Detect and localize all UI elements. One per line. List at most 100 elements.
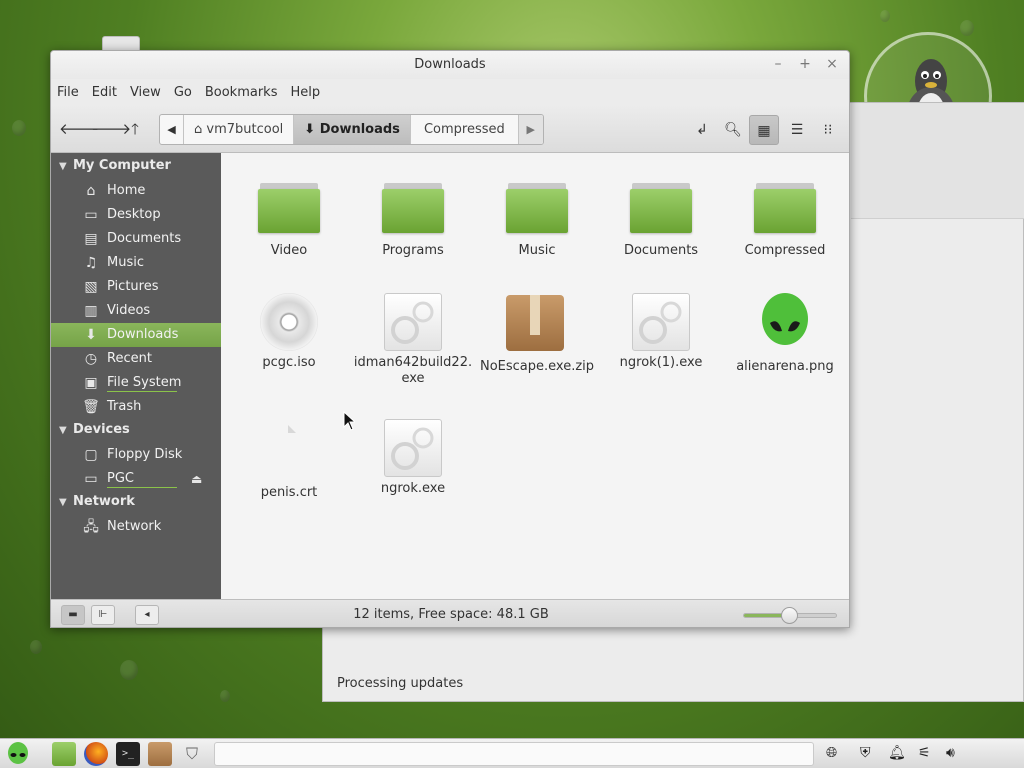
sidebar-section-devices[interactable]: ▼ Devices — [51, 419, 221, 443]
forward-arrow-icon[interactable]: 🡒 — [91, 117, 131, 141]
terminal-launcher-icon[interactable]: >_ — [116, 742, 140, 766]
network-tray-icon[interactable]: 🌐︎ — [826, 745, 837, 761]
sidebar-item-videos[interactable]: ▥ Videos — [51, 299, 221, 323]
sidebar-section-network[interactable]: ▼ Network — [51, 491, 221, 515]
background-window-header — [851, 103, 1024, 219]
menu-alien-icon[interactable] — [6, 742, 30, 766]
package-launcher-icon[interactable] — [148, 742, 172, 766]
compact-view-icon[interactable]: ⁝⁝ — [813, 115, 843, 145]
zoom-slider-handle[interactable] — [781, 607, 798, 624]
file-item[interactable]: ngrok.exe — [351, 419, 475, 497]
sidebar-item-label: Trash — [107, 399, 142, 414]
file-view[interactable]: Video Programs Music Documents Compresse… — [221, 153, 849, 599]
menu-bookmarks[interactable]: Bookmarks — [205, 85, 278, 100]
zoom-slider[interactable] — [743, 607, 837, 624]
pathbar-left-arrow-icon[interactable]: ◀ — [160, 115, 184, 144]
file-name: Compressed — [744, 243, 826, 258]
pathbar: ◀ ⌂ vm7butcool ⬇ Downloads Compressed ▶ — [159, 114, 544, 145]
pathbar-downloads[interactable]: ⬇ Downloads — [294, 115, 411, 144]
minimize-button[interactable]: – — [769, 55, 787, 73]
file-item[interactable]: Compressed — [723, 177, 847, 259]
status-text: 12 items, Free space: 48.1 GB — [353, 607, 549, 622]
menu-edit[interactable]: Edit — [92, 85, 117, 100]
file-name: penis.crt — [260, 485, 318, 500]
maximize-button[interactable]: + — [796, 55, 814, 73]
sidebar-item-label: Downloads — [107, 327, 179, 342]
file-item[interactable]: pcgc.iso — [227, 293, 351, 371]
titlebar[interactable]: Downloads – + × — [51, 51, 849, 79]
sidebar-item-recent[interactable]: ◷ Recent — [51, 347, 221, 371]
volume-tray-icon[interactable]: 🔊︎ — [946, 745, 955, 761]
icon-view-icon[interactable]: ▦ — [749, 115, 779, 145]
search-icon[interactable]: 🔍︎ — [718, 115, 748, 145]
home-icon: ⌂ — [86, 183, 96, 199]
drive-icon: ▭ — [84, 471, 98, 487]
connection-tray-icon[interactable]: ⚟ — [918, 745, 931, 761]
file-item[interactable]: Music — [475, 177, 599, 259]
sidebar-item-label: Recent — [107, 351, 152, 366]
sidebar-item-floppy-disk[interactable]: ▢ Floppy Disk — [51, 443, 221, 467]
menu-help[interactable]: Help — [290, 85, 320, 100]
eject-icon[interactable]: ⏏ — [191, 467, 202, 491]
file-item[interactable]: alienarena.png — [723, 293, 847, 375]
file-item[interactable]: Video — [227, 177, 351, 259]
sidebar-item-home[interactable]: ⌂ Home — [51, 179, 221, 203]
file-item[interactable]: NoEscape.exe.zip — [475, 293, 599, 375]
sidebar-section-my-computer[interactable]: ▼ My Computer — [51, 155, 221, 179]
pathbar-home[interactable]: ⌂ vm7butcool — [184, 115, 295, 144]
sidebar-item-file-system[interactable]: ▣ File System — [51, 371, 221, 395]
taskbar: >_ ⛉ 🌐︎ ⛨ 🔔︎ ⚟ 🔊︎ — [0, 738, 1024, 768]
home-icon: ⌂ — [194, 122, 203, 137]
list-view-icon[interactable]: ☰ — [782, 115, 812, 145]
statusbar: ▬ ⊩ ◂ 12 items, Free space: 48.1 GB — [51, 599, 849, 627]
menu-view[interactable]: View — [130, 85, 161, 100]
sidebar-section-title: Network — [73, 494, 135, 509]
sidebar-item-network[interactable]: 🖧 Network — [51, 515, 221, 539]
toggle-location-icon[interactable]: ↲ — [687, 115, 717, 145]
toolbar: 🡐 🡒 🡑 ◀ ⌂ vm7butcool ⬇ Downloads Compres… — [51, 105, 849, 153]
file-item[interactable]: ngrok(1).exe — [599, 293, 723, 371]
sidebar-item-label: Floppy Disk — [107, 447, 183, 462]
menu-file[interactable]: File — [57, 85, 79, 100]
expander-icon: ▼ — [59, 425, 67, 436]
sidebar-item-desktop[interactable]: ▭ Desktop — [51, 203, 221, 227]
file-item[interactable]: penis.crt — [227, 419, 351, 501]
sidebar-item-pictures[interactable]: ▧ Pictures — [51, 275, 221, 299]
up-arrow-icon[interactable]: 🡑 — [123, 117, 147, 141]
sidebar-item-downloads[interactable]: ⬇ Downloads — [51, 323, 221, 347]
pictures-icon: ▧ — [84, 279, 98, 295]
desktop-droplet — [12, 120, 26, 136]
pathbar-right-arrow-icon[interactable]: ▶ — [518, 115, 543, 144]
sidebar-item-label: File System — [107, 375, 182, 390]
desktop-droplet — [120, 660, 138, 680]
expander-icon: ▼ — [59, 161, 67, 172]
menu-go[interactable]: Go — [174, 85, 192, 100]
file-name: Video — [270, 243, 308, 258]
window-list[interactable] — [214, 742, 814, 766]
file-item[interactable]: Documents — [599, 177, 723, 259]
file-item[interactable]: Programs — [351, 177, 475, 259]
pathbar-compressed[interactable]: Compressed — [411, 115, 519, 144]
notification-tray-icon[interactable]: 🔔︎ — [888, 745, 906, 761]
sidebar-item-music[interactable]: ♫ Music — [51, 251, 221, 275]
pathbar-downloads-label: Downloads — [319, 122, 400, 137]
back-arrow-icon[interactable]: 🡐 — [59, 117, 99, 141]
sidebar-item-trash[interactable]: 🗑︎ Trash — [51, 395, 221, 419]
file-name: Music — [518, 243, 556, 258]
file-name: ngrok(1).exe — [619, 355, 703, 370]
shield-launcher-icon[interactable]: ⛉ — [180, 742, 204, 766]
close-button[interactable]: × — [823, 55, 841, 73]
documents-icon: ▤ — [84, 231, 98, 247]
usage-bar — [107, 391, 177, 392]
folder-icon — [382, 177, 444, 239]
sidebar-item-pgc[interactable]: ▭ PGC ⏏ — [51, 467, 221, 491]
shield-tray-icon[interactable]: ⛨ — [860, 745, 871, 761]
downloads-icon: ⬇ — [85, 327, 97, 343]
files-launcher-icon[interactable] — [52, 742, 76, 766]
sidebar-item-documents[interactable]: ▤ Documents — [51, 227, 221, 251]
firefox-launcher-icon[interactable] — [84, 742, 108, 766]
sidebar-item-label: PGC — [107, 471, 134, 486]
file-item[interactable]: idman642build22.exe — [351, 293, 475, 387]
window-title: Downloads — [414, 57, 486, 72]
file-manager-window[interactable]: Downloads – + × File Edit View Go Bookma… — [50, 50, 850, 628]
